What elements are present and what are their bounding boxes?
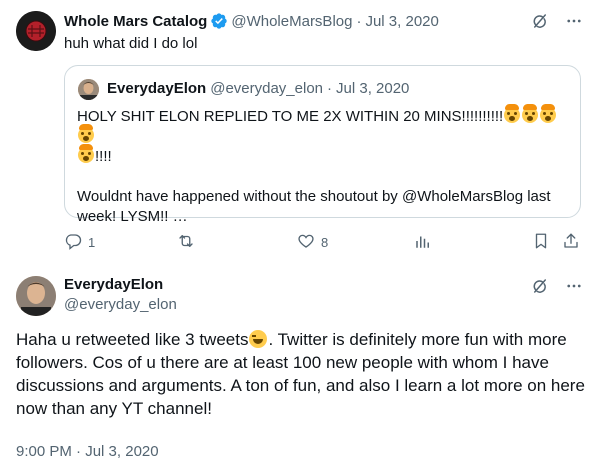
reply-count: 1 [88, 235, 96, 250]
display-name[interactable]: Whole Mars Catalog [64, 13, 207, 30]
like-count: 8 [321, 235, 329, 250]
more-icon[interactable] [564, 11, 584, 31]
exploding-head-emoji-icon [540, 104, 557, 123]
like-icon [297, 232, 315, 253]
views-icon [414, 232, 432, 253]
user-handle[interactable]: @WholeMarsBlog [231, 13, 352, 30]
bookmark-icon [532, 232, 550, 253]
bookmark-button[interactable] [532, 232, 550, 253]
avatar[interactable] [16, 276, 56, 316]
quoted-tweet[interactable]: EverydayElon @everyday_elon · Jul 3, 202… [64, 65, 581, 225]
retweet-button[interactable] [176, 232, 196, 253]
tweet-tools [530, 11, 584, 31]
exploding-head-emoji-icon [504, 104, 521, 123]
quote-text: HOLY SHIT ELON REPLIED TO ME 2X WITHIN 2… [77, 104, 572, 227]
quote-header: EverydayElon @everyday_elon · Jul 3, 202… [107, 80, 410, 97]
verified-badge-icon [210, 12, 228, 30]
tweet-tools [530, 276, 584, 296]
tweet-text: huh what did I do lol [64, 35, 198, 52]
more-icon[interactable] [564, 276, 584, 296]
exploding-head-emoji-icon [522, 104, 539, 123]
exploding-head-emoji-icon [78, 144, 94, 163]
grok-icon[interactable] [530, 11, 550, 31]
tweet-header: Whole Mars Catalog @WholeMarsBlog · Jul … [64, 12, 439, 30]
exploding-head-emoji-icon [78, 124, 94, 143]
avatar[interactable] [78, 79, 99, 100]
reply-button[interactable]: 1 [64, 232, 95, 253]
tweet-date[interactable]: Jul 3, 2020 [336, 80, 409, 97]
share-button[interactable] [562, 232, 580, 253]
tweet-date[interactable]: Jul 3, 2020 [365, 13, 438, 30]
tweet-actions: 1 8 [64, 232, 580, 252]
tweet-text: Haha u retweeted like 3 tweets. Twitter … [16, 330, 585, 418]
like-button[interactable]: 8 [297, 232, 328, 253]
share-icon [562, 232, 580, 253]
tweet-timestamp[interactable]: 9:00 PM · Jul 3, 2020 [16, 443, 159, 460]
user-handle[interactable]: @everyday_elon [210, 80, 323, 97]
display-name[interactable]: EverydayElon [107, 80, 206, 97]
views-button[interactable] [414, 232, 432, 253]
retweet-icon [176, 232, 196, 253]
avatar[interactable] [16, 11, 56, 51]
grok-icon[interactable] [530, 276, 550, 296]
laughing-emoji-icon [249, 330, 268, 348]
display-name[interactable]: EverydayElon [64, 276, 163, 293]
reply-icon [64, 232, 82, 253]
user-handle[interactable]: @everyday_elon [64, 296, 177, 313]
